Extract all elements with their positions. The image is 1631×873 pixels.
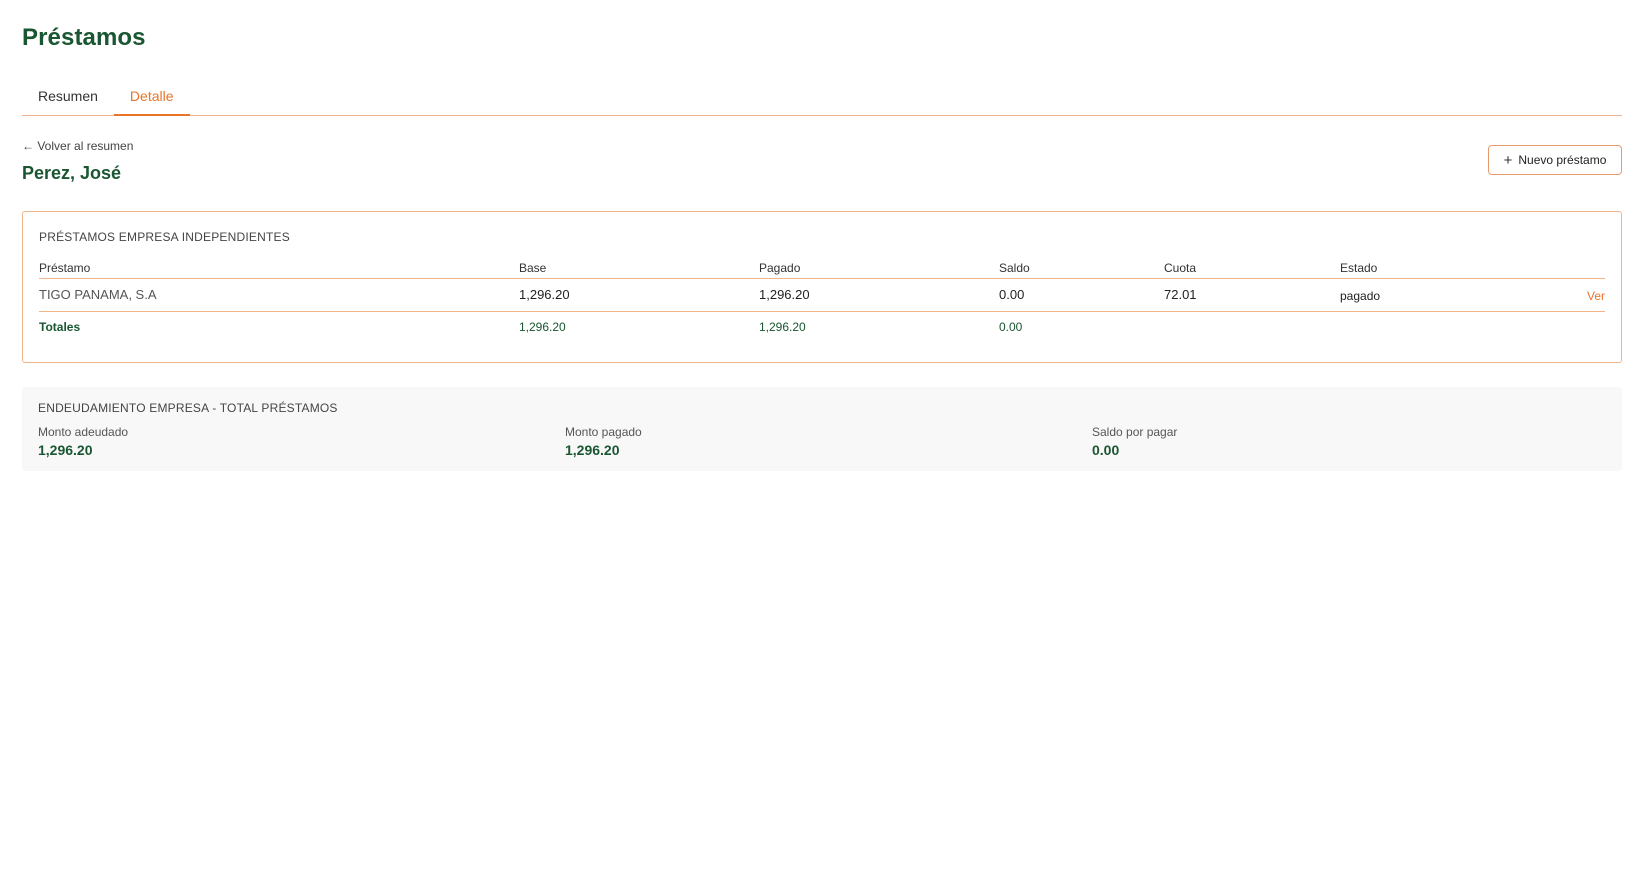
metric-value: 1,296.20 bbox=[565, 442, 620, 458]
new-loan-button-label: Nuevo préstamo bbox=[1518, 153, 1607, 167]
totals-label: Totales bbox=[39, 320, 81, 334]
table-header-row: Préstamo Base Pagado Saldo Cuota Estado bbox=[39, 253, 1605, 279]
column-header-status: Estado bbox=[1340, 261, 1378, 275]
totals-paid: 1,296.20 bbox=[759, 320, 806, 334]
client-name: Perez, José bbox=[22, 163, 122, 183]
column-header-base: Base bbox=[519, 261, 547, 275]
loans-page: Préstamos Resumen Detalle ← Volver al re… bbox=[0, 0, 1631, 873]
debt-summary-card: ENDEUDAMIENTO EMPRESA - TOTAL PRÉSTAMOS … bbox=[22, 387, 1622, 471]
metric-balance-due: Saldo por pagar 0.00 bbox=[1092, 425, 1177, 458]
metric-amount-owed: Monto adeudado 1,296.20 bbox=[38, 425, 128, 458]
loan-paid: 1,296.20 bbox=[759, 287, 810, 302]
view-loan-link[interactable]: Ver bbox=[1587, 289, 1605, 303]
loans-card-title: PRÉSTAMOS EMPRESA INDEPENDIENTES bbox=[39, 230, 290, 244]
loan-balance: 0.00 bbox=[999, 287, 1025, 302]
loan-installment: 72.01 bbox=[1164, 287, 1197, 302]
tab-resumen[interactable]: Resumen bbox=[22, 80, 114, 116]
loans-card: PRÉSTAMOS EMPRESA INDEPENDIENTES Préstam… bbox=[22, 211, 1622, 363]
totals-row: Totales 1,296.20 1,296.20 0.00 bbox=[39, 312, 1605, 342]
column-header-balance: Saldo bbox=[999, 261, 1030, 275]
table-row: TIGO PANAMA, S.A 1,296.20 1,296.20 0.00 … bbox=[39, 279, 1605, 312]
metric-value: 1,296.20 bbox=[38, 442, 93, 458]
totals-balance: 0.00 bbox=[999, 320, 1023, 334]
column-header-installment: Cuota bbox=[1164, 261, 1197, 275]
metric-label: Monto adeudado bbox=[38, 425, 129, 439]
debt-summary-title: ENDEUDAMIENTO EMPRESA - TOTAL PRÉSTAMOS bbox=[38, 401, 338, 415]
back-to-summary-link[interactable]: ← Volver al resumen bbox=[22, 139, 133, 153]
tab-detalle[interactable]: Detalle bbox=[113, 80, 190, 116]
page-title: Préstamos bbox=[22, 24, 146, 51]
column-header-paid: Pagado bbox=[759, 261, 801, 275]
plus-icon: + bbox=[1503, 151, 1513, 169]
metric-label: Monto pagado bbox=[565, 425, 642, 439]
loan-base: 1,296.20 bbox=[519, 287, 570, 302]
loan-status: pagado bbox=[1340, 289, 1381, 303]
column-header-loan: Préstamo bbox=[39, 261, 91, 275]
metric-amount-paid: Monto pagado 1,296.20 bbox=[565, 425, 642, 458]
totals-base: 1,296.20 bbox=[519, 320, 566, 334]
new-loan-button[interactable]: + Nuevo préstamo bbox=[1488, 145, 1622, 175]
metric-value: 0.00 bbox=[1092, 442, 1120, 458]
tab-bar: Resumen Detalle bbox=[22, 80, 1622, 116]
metric-label: Saldo por pagar bbox=[1092, 425, 1178, 439]
loan-lender: TIGO PANAMA, S.A bbox=[39, 287, 157, 302]
